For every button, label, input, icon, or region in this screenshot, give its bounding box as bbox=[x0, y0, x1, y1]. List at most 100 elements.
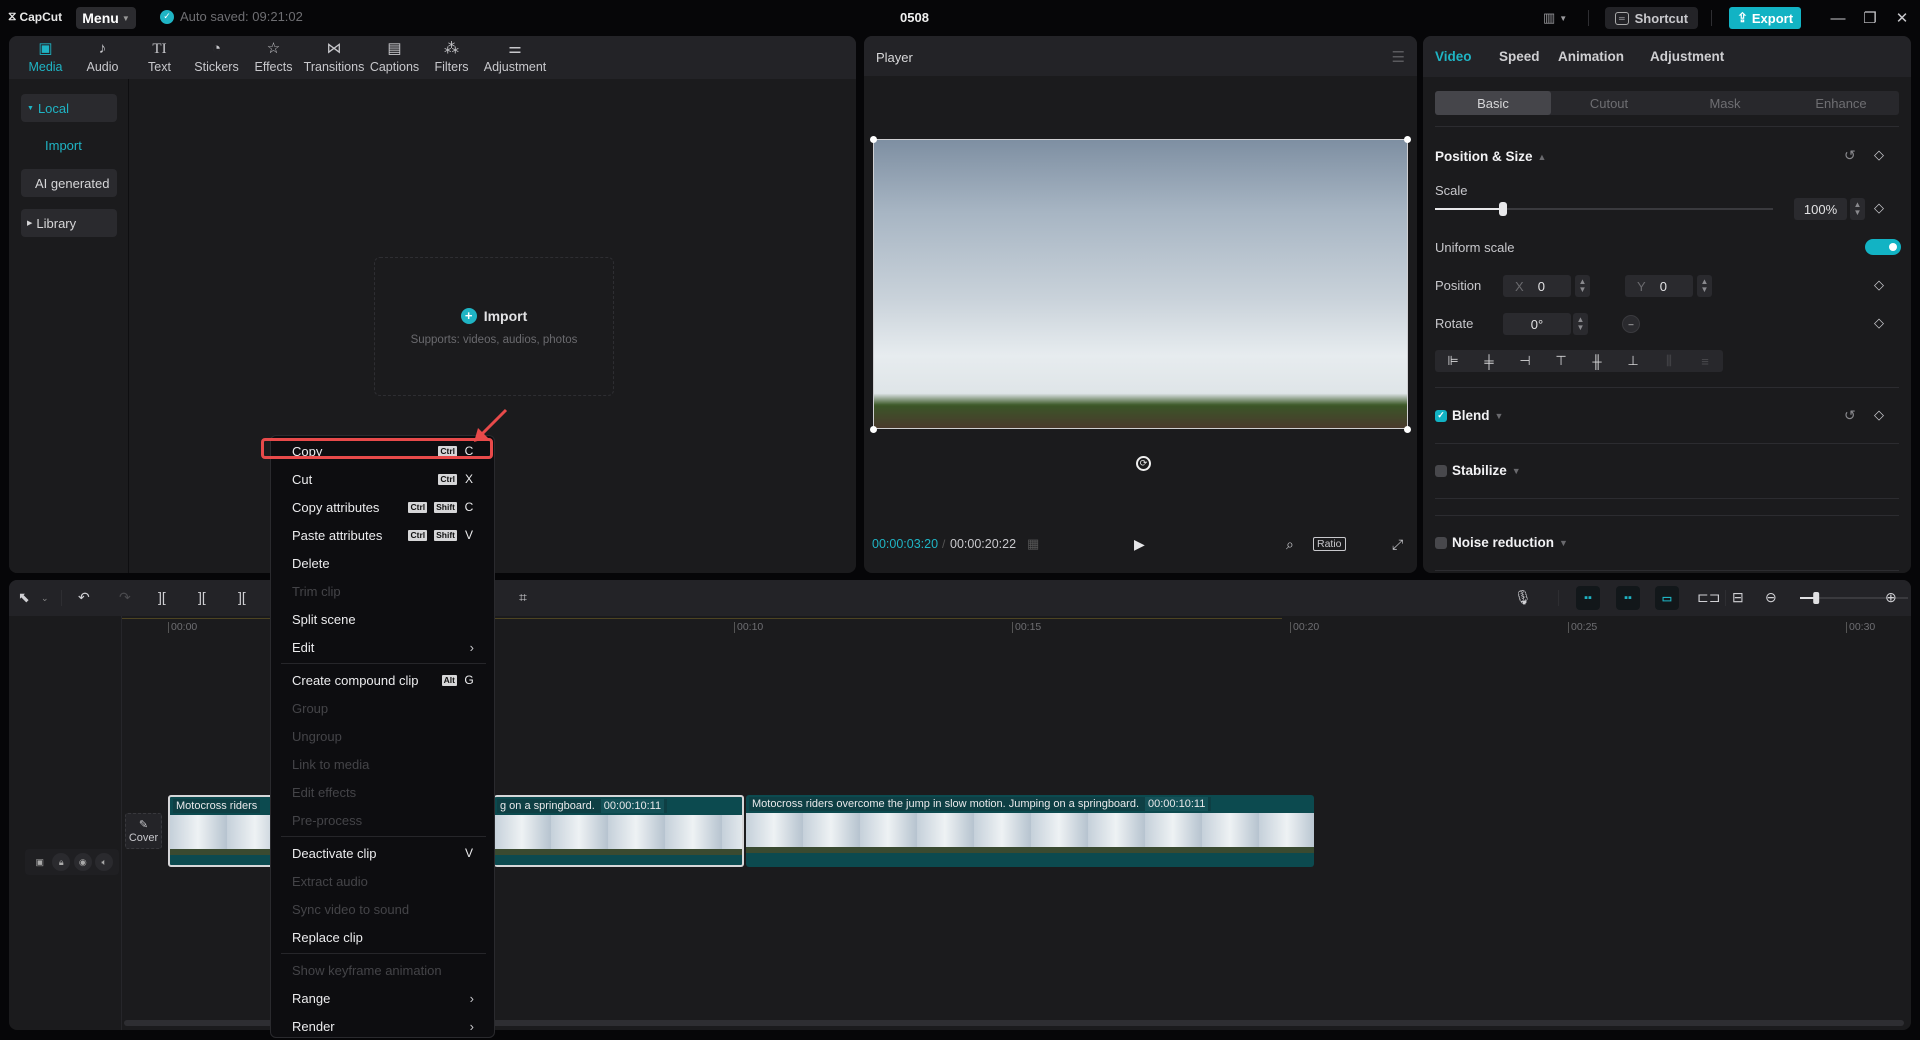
microphone-icon[interactable]: 🎙 bbox=[1514, 589, 1532, 606]
tab-video[interactable]: Video bbox=[1435, 49, 1472, 64]
linkage-button[interactable]: ▭ bbox=[1655, 586, 1679, 610]
tab-stickers[interactable]: ◔ Stickers bbox=[188, 36, 245, 79]
tab-text[interactable]: TI Text bbox=[131, 36, 188, 79]
crop-icon[interactable]: ⌗ bbox=[519, 589, 527, 606]
menu-item-paste-attributes[interactable]: Paste attributes Ctrl Shift V bbox=[281, 522, 486, 548]
tab-captions[interactable]: ▤ Captions bbox=[366, 36, 423, 79]
select-tool-icon[interactable]: ⬉ bbox=[18, 589, 30, 606]
lock-icon[interactable]: 🔒︎ bbox=[52, 853, 71, 871]
menu-item-deactivate-clip[interactable]: Deactivate clip V bbox=[281, 840, 486, 866]
scale-stepper[interactable]: ▲ ▼ bbox=[1850, 198, 1865, 220]
section-blend[interactable]: ✓ Blend ▼ bbox=[1435, 408, 1503, 423]
tab-transitions[interactable]: ⋈ Transitions bbox=[302, 36, 366, 79]
align-center-v-icon[interactable]: ╫ bbox=[1579, 354, 1615, 369]
blend-checkbox[interactable]: ✓ bbox=[1435, 409, 1447, 422]
undo-icon[interactable]: ↶ bbox=[78, 589, 90, 606]
position-y-stepper[interactable]: ▲ ▼ bbox=[1697, 275, 1712, 297]
menu-item-split-scene[interactable]: Split scene bbox=[281, 606, 486, 632]
section-stabilize[interactable]: Stabilize ▼ bbox=[1435, 463, 1521, 478]
restore-button[interactable]: ❐ bbox=[1857, 6, 1883, 30]
sidebar-item-library[interactable]: ▶ Library bbox=[21, 209, 117, 237]
tab-adjustment[interactable]: ⚌ Adjustment bbox=[480, 36, 550, 79]
menu-item-create-compound-clip[interactable]: Create compound clip Alt G bbox=[281, 667, 486, 693]
timeline-clip[interactable]: Motocross riders overcome the jump in sl… bbox=[746, 795, 1314, 867]
align-right-icon[interactable]: ⊣ bbox=[1507, 353, 1543, 369]
magnet-link-button[interactable]: ▪▪ bbox=[1576, 586, 1600, 610]
ratio-button[interactable]: Ratio bbox=[1313, 537, 1346, 551]
timeline-clip[interactable]: Motocross riders bbox=[168, 795, 283, 867]
minimize-button[interactable]: — bbox=[1825, 6, 1851, 30]
subtab-basic[interactable]: Basic bbox=[1435, 91, 1551, 115]
menu-item-range[interactable]: Range › bbox=[281, 985, 486, 1011]
timeline-zoom-handle[interactable] bbox=[1813, 592, 1820, 604]
align-bottom-icon[interactable]: ⊥ bbox=[1615, 353, 1651, 369]
section-noise-reduction[interactable]: Noise reduction ▼ bbox=[1435, 535, 1568, 550]
shortcut-button[interactable]: ═ Shortcut bbox=[1605, 7, 1698, 29]
subtab-enhance[interactable]: Enhance bbox=[1783, 91, 1899, 115]
resize-handle[interactable] bbox=[1404, 136, 1411, 143]
uniform-scale-toggle[interactable] bbox=[1865, 239, 1901, 255]
keyframe-icon[interactable]: ◇ bbox=[1874, 277, 1884, 293]
sidebar-item-local[interactable]: ▼ Local bbox=[21, 94, 117, 122]
trim-left-icon[interactable]: ][ bbox=[198, 589, 206, 605]
keyframe-icon[interactable]: ◇ bbox=[1874, 200, 1884, 216]
reset-icon[interactable]: ↺ bbox=[1844, 147, 1856, 164]
layout-button[interactable]: ▥ ▼ bbox=[1543, 10, 1567, 26]
tab-effects[interactable]: ☆ Effects bbox=[245, 36, 302, 79]
import-dropzone[interactable]: + Import Supports: videos, audios, photos bbox=[374, 257, 614, 396]
align-top-icon[interactable]: ⊤ bbox=[1543, 353, 1579, 369]
resize-handle[interactable] bbox=[870, 426, 877, 433]
zoom-out-icon[interactable]: ⊖ bbox=[1765, 589, 1777, 606]
track-video-icon[interactable]: ▣ bbox=[31, 853, 49, 871]
subtab-mask[interactable]: Mask bbox=[1667, 91, 1783, 115]
menu-item-cut[interactable]: Cut Ctrl X bbox=[281, 466, 486, 492]
menu-item-replace-clip[interactable]: Replace clip bbox=[281, 924, 486, 950]
resize-handle[interactable] bbox=[1404, 426, 1411, 433]
timeline-clip[interactable]: g on a springboard. 00:00:10:11 bbox=[494, 795, 744, 867]
ruler-zoom-icon[interactable]: ⊟ bbox=[1732, 589, 1744, 606]
menu-item-edit[interactable]: Edit › bbox=[281, 634, 486, 660]
sidebar-item-import[interactable]: Import bbox=[21, 131, 117, 159]
keyframe-icon[interactable]: ◇ bbox=[1874, 147, 1884, 163]
rotate-handle-icon[interactable]: ⟳ bbox=[1136, 456, 1151, 471]
tab-animation[interactable]: Animation bbox=[1558, 49, 1624, 64]
align-center-h-icon[interactable]: ╪ bbox=[1471, 354, 1507, 369]
stabilize-checkbox[interactable] bbox=[1435, 464, 1447, 477]
tab-speed[interactable]: Speed bbox=[1499, 49, 1540, 64]
sidebar-item-ai-generated[interactable]: AI generated bbox=[21, 169, 117, 197]
scale-input[interactable]: 100% bbox=[1794, 198, 1847, 220]
scale-slider-handle[interactable] bbox=[1498, 202, 1507, 216]
cover-button[interactable]: ✎ Cover bbox=[125, 813, 162, 849]
zoom-in-icon[interactable]: ⊕ bbox=[1885, 589, 1897, 606]
rotate-input[interactable]: 0° bbox=[1503, 313, 1571, 335]
volume-icon[interactable]: 🔈︎ bbox=[95, 853, 114, 871]
play-button[interactable]: ▶ bbox=[1134, 536, 1145, 553]
tab-filters[interactable]: ⁂ Filters bbox=[423, 36, 480, 79]
tab-media[interactable]: ▣ Media bbox=[17, 36, 74, 79]
keyframe-icon[interactable]: ◇ bbox=[1874, 315, 1884, 331]
rotate-stepper[interactable]: ▲ ▼ bbox=[1573, 313, 1588, 335]
noise-reduction-checkbox[interactable] bbox=[1435, 536, 1447, 549]
resize-handle[interactable] bbox=[870, 136, 877, 143]
menu-item-copy-attributes[interactable]: Copy attributes Ctrl Shift C bbox=[281, 494, 486, 520]
align-left-icon[interactable]: ⊫ bbox=[1435, 353, 1471, 369]
split-view-icon[interactable]: ⊏⊐ bbox=[1697, 589, 1720, 606]
chevron-down-icon[interactable]: ⌄ bbox=[41, 593, 49, 604]
fullscreen-icon[interactable]: ⤢ bbox=[1392, 536, 1403, 553]
rotate-dial[interactable]: – bbox=[1622, 315, 1640, 333]
menu-button[interactable]: Menu ▼ bbox=[76, 7, 136, 29]
position-y-input[interactable]: Y0 bbox=[1625, 275, 1693, 297]
position-x-stepper[interactable]: ▲ ▼ bbox=[1575, 275, 1590, 297]
auto-snap-button[interactable]: ▪▪ bbox=[1616, 586, 1640, 610]
position-x-input[interactable]: X0 bbox=[1503, 275, 1571, 297]
export-button[interactable]: ⇪ Export bbox=[1729, 7, 1801, 29]
reset-icon[interactable]: ↺ bbox=[1844, 407, 1856, 424]
trim-right-icon[interactable]: ][ bbox=[238, 589, 246, 605]
close-button[interactable]: ✕ bbox=[1889, 6, 1915, 30]
video-preview[interactable] bbox=[873, 139, 1408, 429]
tab-audio[interactable]: ♪ Audio bbox=[74, 36, 131, 79]
eye-icon[interactable]: ◉ bbox=[73, 853, 92, 871]
menu-item-delete[interactable]: Delete bbox=[281, 550, 486, 576]
hamburger-menu-icon[interactable]: ☰ bbox=[1392, 48, 1405, 66]
menu-item-render[interactable]: Render › bbox=[281, 1013, 486, 1039]
